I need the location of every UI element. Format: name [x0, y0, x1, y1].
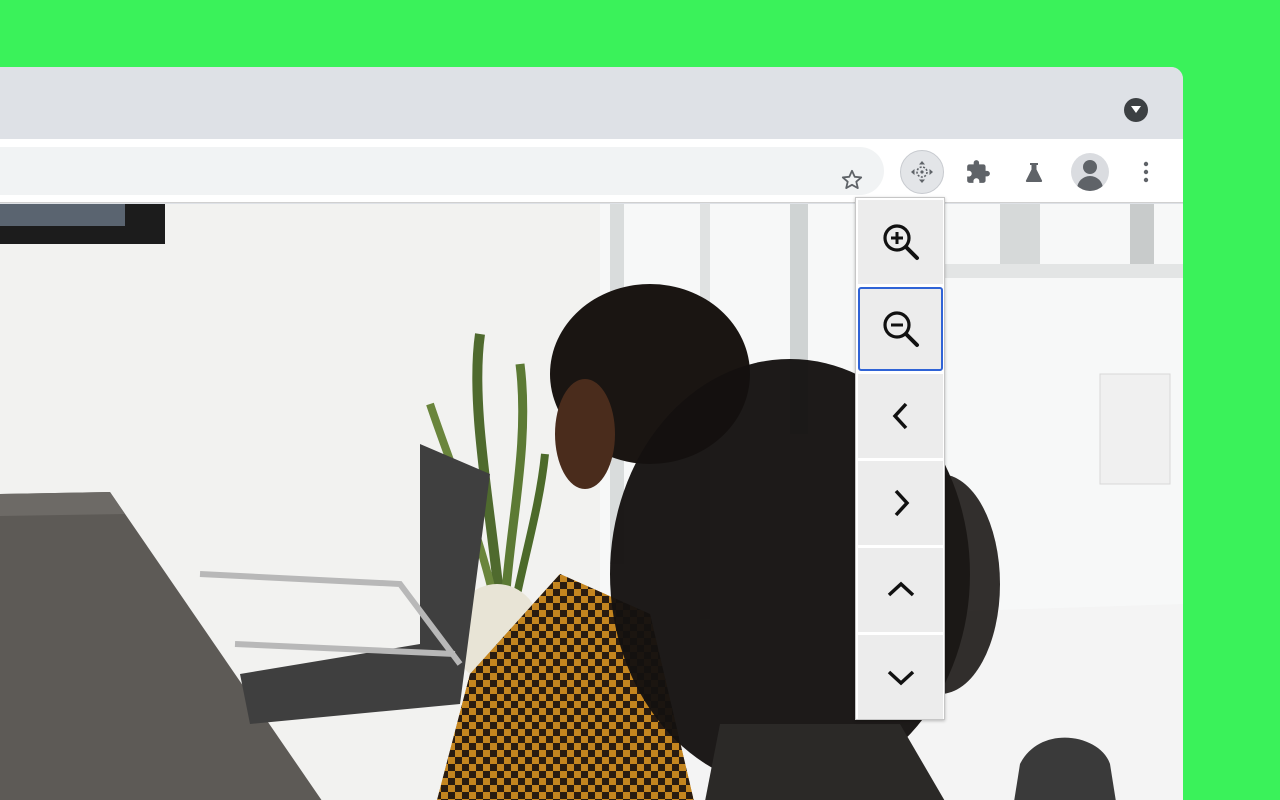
flask-icon — [1025, 163, 1043, 182]
move-arrows-icon — [911, 161, 933, 183]
tab-strip — [0, 67, 1183, 139]
pan-down-button[interactable] — [858, 635, 943, 719]
chevron-down-circle-icon — [1131, 106, 1141, 113]
zoom-out-button[interactable] — [858, 287, 943, 371]
extensions-button[interactable] — [956, 150, 1000, 194]
pan-up-button[interactable] — [858, 548, 943, 632]
pan-left-button[interactable] — [858, 374, 943, 458]
labs-button[interactable] — [1012, 150, 1056, 194]
zoom-out-icon — [882, 311, 919, 347]
pan-right-button[interactable] — [858, 461, 943, 545]
address-bar[interactable] — [0, 147, 884, 195]
move-extension-button[interactable] — [900, 150, 944, 194]
browser-window — [0, 67, 1183, 800]
zoom-control-panel — [855, 197, 945, 720]
page-content — [0, 204, 1183, 800]
office-meeting-photo — [0, 204, 1183, 800]
chevron-right-icon — [894, 489, 909, 517]
browser-toolbar — [0, 139, 1183, 203]
tab-search-button[interactable] — [1124, 98, 1148, 122]
zoom-in-button[interactable] — [858, 200, 943, 284]
star-outline-icon — [841, 169, 863, 189]
profile-button[interactable] — [1068, 150, 1112, 194]
account-circle-icon — [1071, 153, 1109, 191]
chevron-left-icon — [892, 402, 907, 430]
zoom-in-icon — [882, 224, 919, 260]
chevron-up-icon — [887, 581, 914, 597]
chevron-down-icon — [887, 670, 914, 686]
bookmark-star-button[interactable] — [832, 160, 872, 200]
puzzle-icon — [967, 160, 990, 183]
more-vert-icon — [1143, 161, 1149, 183]
browser-menu-button[interactable] — [1124, 150, 1168, 194]
